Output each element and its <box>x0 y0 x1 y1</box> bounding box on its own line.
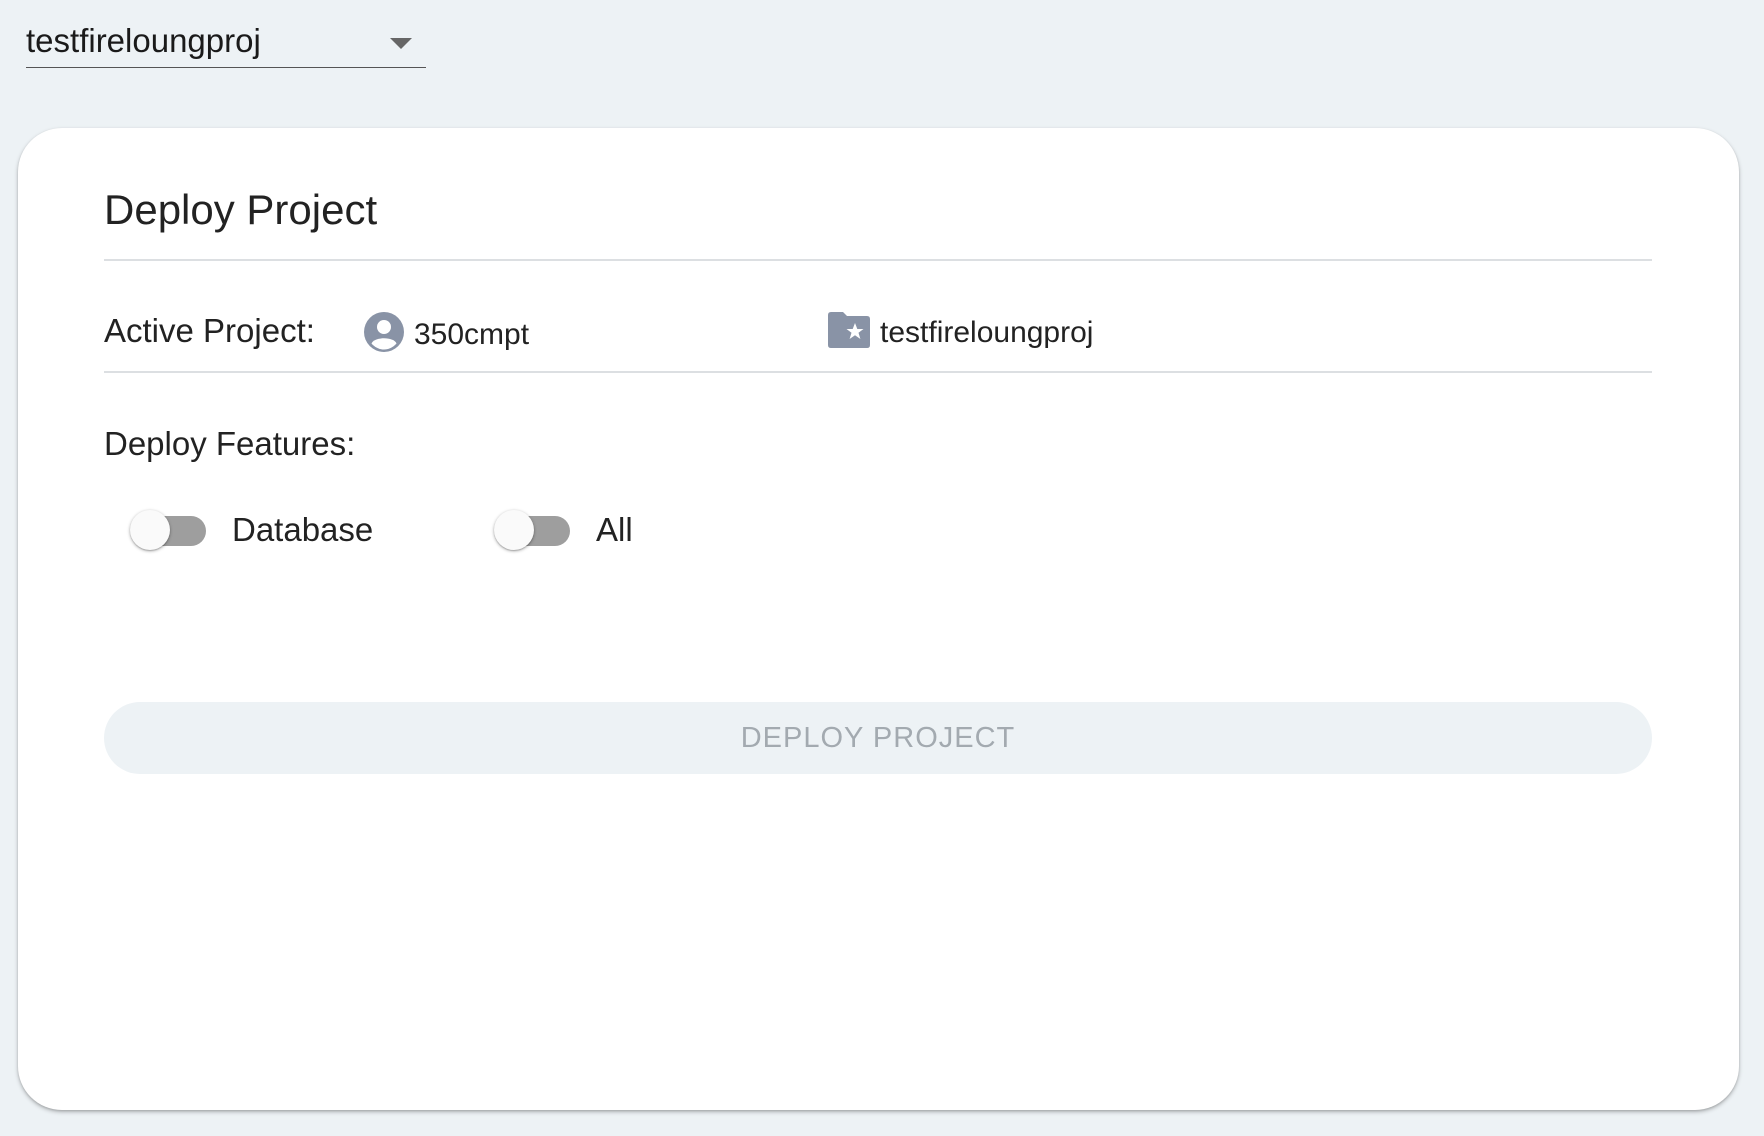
active-account: 350cmpt <box>364 312 529 357</box>
account-name: 350cmpt <box>414 317 530 351</box>
project-name: testfireloungproj <box>880 315 1094 349</box>
deploy-card: Deploy Project Active Project: 350cmpt t… <box>18 128 1739 1110</box>
chevron-down-icon <box>390 38 412 49</box>
divider <box>104 371 1652 373</box>
folder-star-icon <box>828 312 870 353</box>
project-select-value: testfireloungproj <box>26 22 261 59</box>
database-switch[interactable] <box>130 508 208 552</box>
toggle-all[interactable]: All <box>494 508 633 552</box>
toggle-all-label: All <box>596 511 633 548</box>
toggle-database-label: Database <box>232 511 374 548</box>
card-title: Deploy Project <box>104 186 378 233</box>
divider <box>104 259 1652 261</box>
toggle-database[interactable]: Database <box>130 508 373 552</box>
active-project: testfireloungproj <box>828 312 1093 353</box>
switch-thumb[interactable] <box>494 510 534 550</box>
deploy-features-label: Deploy Features: <box>104 425 356 462</box>
all-switch[interactable] <box>494 508 572 552</box>
account-circle-icon <box>364 312 404 357</box>
project-select[interactable]: testfireloungproj <box>26 18 426 68</box>
switch-thumb[interactable] <box>130 510 170 550</box>
active-project-label: Active Project: <box>104 312 315 349</box>
deploy-project-button[interactable]: DEPLOY PROJECT <box>104 702 1652 774</box>
